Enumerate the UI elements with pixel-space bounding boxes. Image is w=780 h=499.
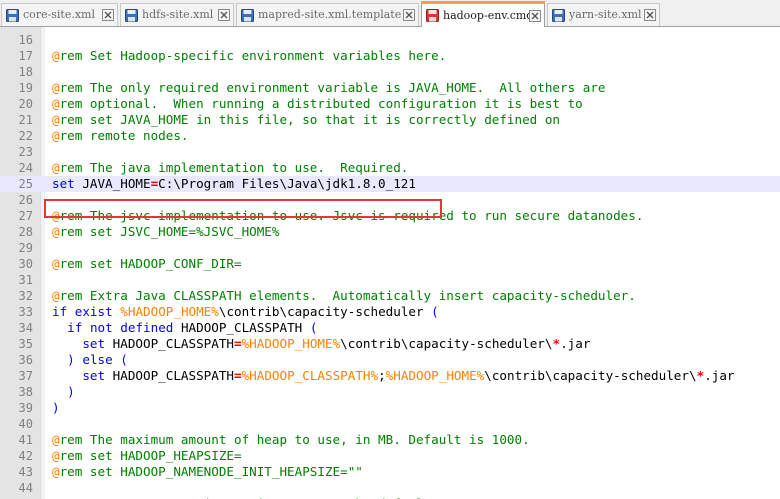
code-line[interactable]: 21 @rem set JAVA_HOME in this file, so th…	[0, 112, 780, 128]
line-number: 21	[18, 113, 33, 127]
code-line[interactable]: 42 @rem set HADOOP_HEAPSIZE=	[0, 448, 780, 464]
line-number: 17	[18, 49, 33, 63]
code-line[interactable]: 22 @rem remote nodes.	[0, 128, 780, 144]
tab-mapred-site[interactable]: mapred-site.xml.template	[236, 3, 419, 26]
code-line[interactable]: 32 @rem Extra Java CLASSPATH elements. Au…	[0, 288, 780, 304]
code-line[interactable]: 40	[0, 416, 780, 432]
line-number: 28	[18, 225, 33, 239]
code-line[interactable]: 44	[0, 480, 780, 496]
code-line[interactable]: 17 @rem Set Hadoop-specific environment v…	[0, 48, 780, 64]
floppy-disk-icon	[426, 9, 439, 22]
code-text[interactable]: @rem set HADOOP_HEAPSIZE=	[52, 448, 242, 464]
code-line[interactable]: 38 )	[0, 384, 780, 400]
close-icon[interactable]	[644, 9, 656, 21]
code-text[interactable]: @rem The only required environment varia…	[52, 80, 606, 96]
floppy-disk-icon	[125, 9, 138, 22]
floppy-disk-icon	[552, 9, 565, 22]
line-number: 25	[18, 177, 33, 191]
tab-yarn-site[interactable]: yarn-site.xml	[547, 3, 660, 26]
tab-core-site[interactable]: core-site.xml	[1, 3, 118, 26]
line-number: 18	[18, 65, 33, 79]
code-text[interactable]: )	[52, 400, 60, 416]
close-icon[interactable]	[529, 10, 541, 22]
tab-label: core-site.xml	[23, 8, 96, 21]
code-text[interactable]: @rem set HADOOP_CONF_DIR=	[52, 256, 242, 272]
code-line[interactable]: 41 @rem The maximum amount of heap to use…	[0, 432, 780, 448]
line-number: 24	[18, 161, 33, 175]
line-number: 38	[18, 385, 33, 399]
line-number: 29	[18, 241, 33, 255]
code-line[interactable]: 35 set HADOOP_CLASSPATH=%HADOOP_HOME%\co…	[0, 336, 780, 352]
code-line[interactable]: 19 @rem The only required environment var…	[0, 80, 780, 96]
line-number: 22	[18, 129, 33, 143]
line-number: 43	[18, 465, 33, 479]
code-text[interactable]: @rem set JAVA_HOME in this file, so that…	[52, 112, 560, 128]
tab-label: hdfs-site.xml	[142, 8, 214, 21]
close-icon[interactable]	[403, 9, 415, 21]
tab-label: mapred-site.xml.template	[258, 8, 402, 21]
code-text[interactable]: @rem Set Hadoop-specific environment var…	[52, 48, 446, 64]
code-text[interactable]: if exist %HADOOP_HOME%\contrib\capacity-…	[52, 304, 439, 320]
code-text[interactable]: set HADOOP_CLASSPATH=%HADOOP_HOME%\contr…	[52, 336, 590, 352]
code-line[interactable]: 31	[0, 272, 780, 288]
floppy-disk-icon	[6, 9, 19, 22]
code-line[interactable]: 23	[0, 144, 780, 160]
code-line[interactable]: 34 if not defined HADOOP_CLASSPATH (	[0, 320, 780, 336]
tab-bar: core-site.xml hdfs-site.xml mapred-site.…	[0, 0, 780, 27]
code-text[interactable]: @rem The maximum amount of heap to use, …	[52, 432, 530, 448]
code-text[interactable]: @rem Extra Java CLASSPATH elements. Auto…	[52, 288, 636, 304]
line-number: 34	[18, 321, 33, 335]
line-number: 33	[18, 305, 33, 319]
line-number: 41	[18, 433, 33, 447]
code-line[interactable]: 37 set HADOOP_CLASSPATH=%HADOOP_CLASSPAT…	[0, 368, 780, 384]
line-number: 40	[18, 417, 33, 431]
code-text[interactable]: ) else (	[52, 352, 128, 368]
line-number: 20	[18, 97, 33, 111]
line-number: 39	[18, 401, 33, 415]
floppy-disk-icon	[241, 9, 254, 22]
line-number: 26	[18, 193, 33, 207]
line-number: 35	[18, 337, 33, 351]
code-line[interactable]: 39)	[0, 400, 780, 416]
tab-label: yarn-site.xml	[569, 8, 642, 21]
code-text[interactable]: if not defined HADOOP_CLASSPATH (	[52, 320, 317, 336]
line-number: 37	[18, 369, 33, 383]
code-line[interactable]: 30 @rem set HADOOP_CONF_DIR=	[0, 256, 780, 272]
highlight-box	[44, 199, 442, 218]
close-icon[interactable]	[102, 9, 114, 21]
line-number: 23	[18, 145, 33, 159]
code-line[interactable]: 33 if exist %HADOOP_HOME%\contrib\capacit…	[0, 304, 780, 320]
line-number: 16	[18, 33, 33, 47]
code-line[interactable]: 24 @rem The java implementation to use. R…	[0, 160, 780, 176]
code-line[interactable]: 18	[0, 64, 780, 80]
code-text[interactable]: @rem remote nodes.	[52, 128, 189, 144]
code-text[interactable]: @rem set JSVC_HOME=%JSVC_HOME%	[52, 224, 279, 240]
line-number: 30	[18, 257, 33, 271]
close-icon[interactable]	[218, 9, 230, 21]
code-text[interactable]: @rem The java implementation to use. Req…	[52, 160, 408, 176]
line-number: 27	[18, 209, 33, 223]
code-text[interactable]: )	[52, 384, 75, 400]
line-number: 19	[18, 81, 33, 95]
code-editor[interactable]: 16 17 @rem Set Hadoop-specific environment…	[0, 27, 780, 499]
line-number: 36	[18, 353, 33, 367]
code-text[interactable]: set HADOOP_CLASSPATH=%HADOOP_CLASSPATH%;…	[52, 368, 734, 384]
code-line[interactable]: 43 @rem set HADOOP_NAMENODE_INIT_HEAPSIZE…	[0, 464, 780, 480]
line-number: 31	[18, 273, 33, 287]
tab-hadoop-env[interactable]: hadoop-env.cmd	[421, 1, 545, 27]
line-number: 44	[18, 481, 33, 495]
code-line[interactable]: 28 @rem set JSVC_HOME=%JSVC_HOME%	[0, 224, 780, 240]
code-text[interactable]: set JAVA_HOME=C:\Program Files\Java\jdk1…	[52, 176, 416, 192]
code-line[interactable]: 36 ) else (	[0, 352, 780, 368]
tab-hdfs-site[interactable]: hdfs-site.xml	[120, 3, 234, 26]
code-line[interactable]: 25 set JAVA_HOME=C:\Program Files\Java\jd…	[0, 176, 780, 192]
code-text[interactable]: @rem optional. When running a distribute…	[52, 96, 583, 112]
line-number: 32	[18, 289, 33, 303]
tab-label: hadoop-env.cmd	[443, 9, 534, 22]
line-number: 42	[18, 449, 33, 463]
code-line[interactable]: 20 @rem optional. When running a distribu…	[0, 96, 780, 112]
code-line[interactable]: 29	[0, 240, 780, 256]
code-text[interactable]: @rem set HADOOP_NAMENODE_INIT_HEAPSIZE="…	[52, 464, 363, 480]
code-line[interactable]: 16	[0, 32, 780, 48]
